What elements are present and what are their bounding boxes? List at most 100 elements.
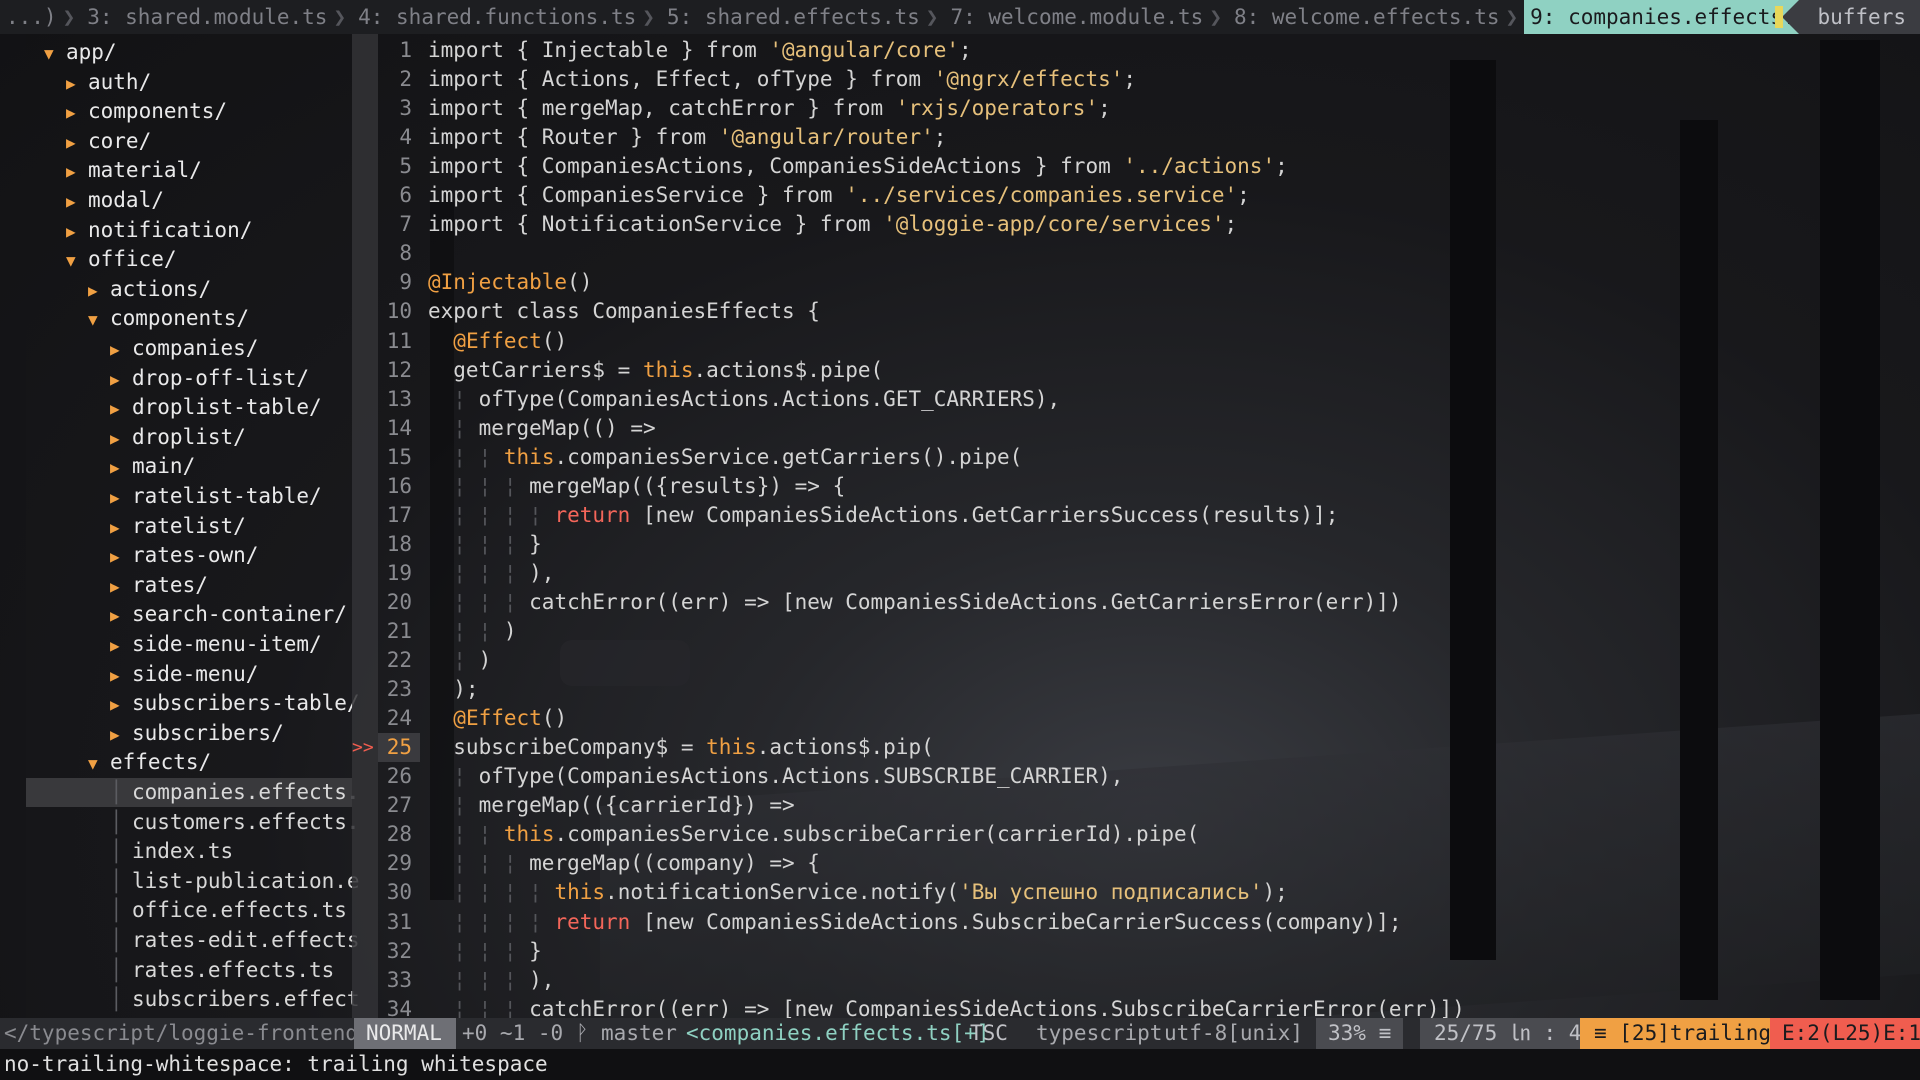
tab-5[interactable]: 8: welcome.effects.ts ❯ <box>1228 0 1524 34</box>
tree-folder[interactable]: ▶ subscribers/ <box>26 719 284 748</box>
tree-folder[interactable]: ▶ rates/ <box>26 571 208 600</box>
code-line[interactable]: 32 ¦ ¦ ¦ } <box>378 937 1920 966</box>
code-line[interactable]: 30 ¦ ¦ ¦ ¦ this.notificationService.noti… <box>378 878 1920 907</box>
tree-folder[interactable]: ▶ droplist-table/ <box>26 393 322 422</box>
tree-file[interactable]: │ subscribers.effect <box>26 985 360 1014</box>
tree-item-label: ratelist/ <box>132 513 246 538</box>
code-token: ¦ ¦ ¦ <box>453 967 517 992</box>
code-line[interactable]: 6 import { CompaniesService } from '../se… <box>378 181 1920 210</box>
tab-1[interactable]: 3: shared.module.ts ❯ <box>81 0 352 34</box>
tree-folder[interactable]: ▶ companies/ <box>26 334 258 363</box>
tree-folder[interactable]: ▶ subscribers-table/ <box>26 689 360 718</box>
code-line[interactable]: 7 import { NotificationService } from '@l… <box>378 210 1920 239</box>
tree-folder[interactable]: ▶ side-menu-item/ <box>26 630 322 659</box>
code-line[interactable]: 11 @Effect() <box>378 327 1920 356</box>
tree-folder[interactable]: ▶ auth/ <box>26 68 151 97</box>
code-text: @Effect() <box>428 329 567 353</box>
tree-file[interactable]: │ office.effects.ts <box>26 896 347 925</box>
code-line[interactable]: 12 getCarriers$ = this.actions$.pipe( <box>378 356 1920 385</box>
code-line[interactable]: 1 import { Injectable } from '@angular/co… <box>378 36 1920 65</box>
tree-folder[interactable]: ▼ components/ <box>26 304 249 333</box>
code-line[interactable]: 26 ¦ ofType(CompaniesActions.Actions.SUB… <box>378 762 1920 791</box>
tree-folder[interactable]: ▼ app/ <box>26 38 117 67</box>
tree-item-label: core/ <box>88 128 152 153</box>
code-line[interactable]: 9 @Injectable() <box>378 268 1920 297</box>
code-token: ; <box>933 125 947 150</box>
code-token: getCarriers$ = <box>428 357 643 382</box>
code-token: () <box>541 328 568 353</box>
code-line[interactable]: 14 ¦ mergeMap(() => <box>378 414 1920 443</box>
code-text: ¦ mergeMap(() => <box>428 415 656 440</box>
code-line[interactable]: 4 import { Router } from '@angular/router… <box>378 123 1920 152</box>
code-line[interactable]: 15 ¦ ¦ this.companiesService.getCarriers… <box>378 443 1920 472</box>
code-token: [new CompaniesSideActions.GetCarriersSuc… <box>630 502 1339 527</box>
tree-folder[interactable]: ▶ rates-own/ <box>26 541 258 570</box>
code-line[interactable]: >> 25 subscribeCompany$ = this.actions$.p… <box>352 733 1920 763</box>
code-token: ; <box>1123 67 1137 92</box>
tree-item-label: ratelist-table/ <box>132 484 322 508</box>
tab-2[interactable]: 4: shared.functions.ts ❯ <box>352 0 661 34</box>
code-line[interactable]: 3 import { mergeMap, catchError } from 'r… <box>378 94 1920 123</box>
code-line[interactable]: 22 ¦ ) <box>378 646 1920 675</box>
tree-folder[interactable]: ▼ effects/ <box>26 748 211 777</box>
code-line[interactable]: 19 ¦ ¦ ¦ ), <box>378 559 1920 588</box>
code-line[interactable]: 29 ¦ ¦ ¦ mergeMap((company) => { <box>378 849 1920 878</box>
tab-separator: ❯ <box>925 5 939 29</box>
tree-file[interactable]: │ customers.effects. <box>26 808 360 837</box>
code-line[interactable]: 10 export class CompaniesEffects { <box>378 297 1920 326</box>
tree-folder[interactable]: ▶ material/ <box>26 156 202 185</box>
tree-file[interactable]: │ companies.effects. <box>26 778 360 807</box>
tree-folder[interactable]: ▶ components/ <box>26 97 227 126</box>
tree-folder[interactable]: ▼ office/ <box>26 245 177 274</box>
tree-file[interactable]: │ rates-edit.effects <box>26 926 360 955</box>
tree-folder[interactable]: ▶ side-menu/ <box>26 660 258 689</box>
folder-closed-arrow-icon: ▶ <box>110 428 120 448</box>
code-line[interactable]: 13 ¦ ofType(CompaniesActions.Actions.GET… <box>378 385 1920 414</box>
code-line[interactable]: 20 ¦ ¦ ¦ catchError((err) => [new Compan… <box>378 588 1920 617</box>
code-editor[interactable]: 1 import { Injectable } from '@angular/co… <box>352 34 1920 1034</box>
code-text: getCarriers$ = this.actions$.pipe( <box>428 358 883 382</box>
code-line[interactable]: 31 ¦ ¦ ¦ ¦ return [new CompaniesSideActi… <box>378 908 1920 937</box>
tree-folder[interactable]: ▶ ratelist-table/ <box>26 482 322 511</box>
code-token: ofType(CompaniesActions.Actions.GET_CARR… <box>465 386 1061 411</box>
tree-folder[interactable]: ▶ actions/ <box>26 275 211 304</box>
code-token: mergeMap(() => <box>465 415 656 440</box>
code-line[interactable]: 23 ); <box>378 675 1920 704</box>
code-token: ); <box>1262 880 1288 905</box>
tree-folder[interactable]: ▶ modal/ <box>26 186 164 215</box>
tree-folder[interactable]: ▶ drop-off-list/ <box>26 364 309 393</box>
tab-label: 5: shared.effects.ts <box>666 5 920 29</box>
code-line[interactable]: 27 ¦ mergeMap(({carrierId}) => <box>378 791 1920 820</box>
tab-3[interactable]: 5: shared.effects.ts ❯ <box>661 0 945 34</box>
code-line[interactable]: 17 ¦ ¦ ¦ ¦ return [new CompaniesSideActi… <box>378 501 1920 530</box>
tab-0[interactable]: ...) ❯ <box>0 0 81 34</box>
code-token: this <box>706 735 757 760</box>
code-line[interactable]: 8 <box>378 239 1920 268</box>
tree-folder[interactable]: ▶ droplist/ <box>26 423 246 452</box>
folder-closed-arrow-icon: ▶ <box>110 695 120 715</box>
tree-file[interactable]: │ index.ts <box>26 837 233 866</box>
code-line[interactable]: 16 ¦ ¦ ¦ mergeMap(({results}) => { <box>378 472 1920 501</box>
code-line[interactable]: 2 import { Actions, Effect, ofType } from… <box>378 65 1920 94</box>
code-line[interactable]: 21 ¦ ¦ ) <box>378 617 1920 646</box>
folder-closed-arrow-icon: ▶ <box>110 399 120 419</box>
tab-4[interactable]: 7: welcome.module.ts ❯ <box>944 0 1228 34</box>
tree-file[interactable]: │ rates.effects.ts <box>26 956 334 985</box>
tree-folder[interactable]: ▶ ratelist/ <box>26 512 246 541</box>
tree-item-label: modal/ <box>88 188 164 212</box>
code-token: ) <box>465 648 492 673</box>
code-token: ¦ ¦ <box>453 822 492 847</box>
tree-file[interactable]: │ list-publication.e <box>26 867 360 896</box>
tree-folder[interactable]: ▶ search-container/ <box>26 600 347 629</box>
tree-folder[interactable]: ▶ notification/ <box>26 216 252 245</box>
code-text: import { CompaniesActions, CompaniesSide… <box>428 154 1288 178</box>
code-line[interactable]: 33 ¦ ¦ ¦ ), <box>378 966 1920 995</box>
code-line[interactable]: 5 import { CompaniesActions, CompaniesSid… <box>378 152 1920 181</box>
code-token: ¦ <box>453 764 466 789</box>
code-line[interactable]: 28 ¦ ¦ this.companiesService.subscribeCa… <box>378 820 1920 849</box>
code-line[interactable]: 18 ¦ ¦ ¦ } <box>378 530 1920 559</box>
tree-folder[interactable]: ▶ main/ <box>26 452 195 481</box>
code-line[interactable]: 24 @Effect() <box>378 704 1920 733</box>
tree-folder[interactable]: ▶ core/ <box>26 127 151 156</box>
